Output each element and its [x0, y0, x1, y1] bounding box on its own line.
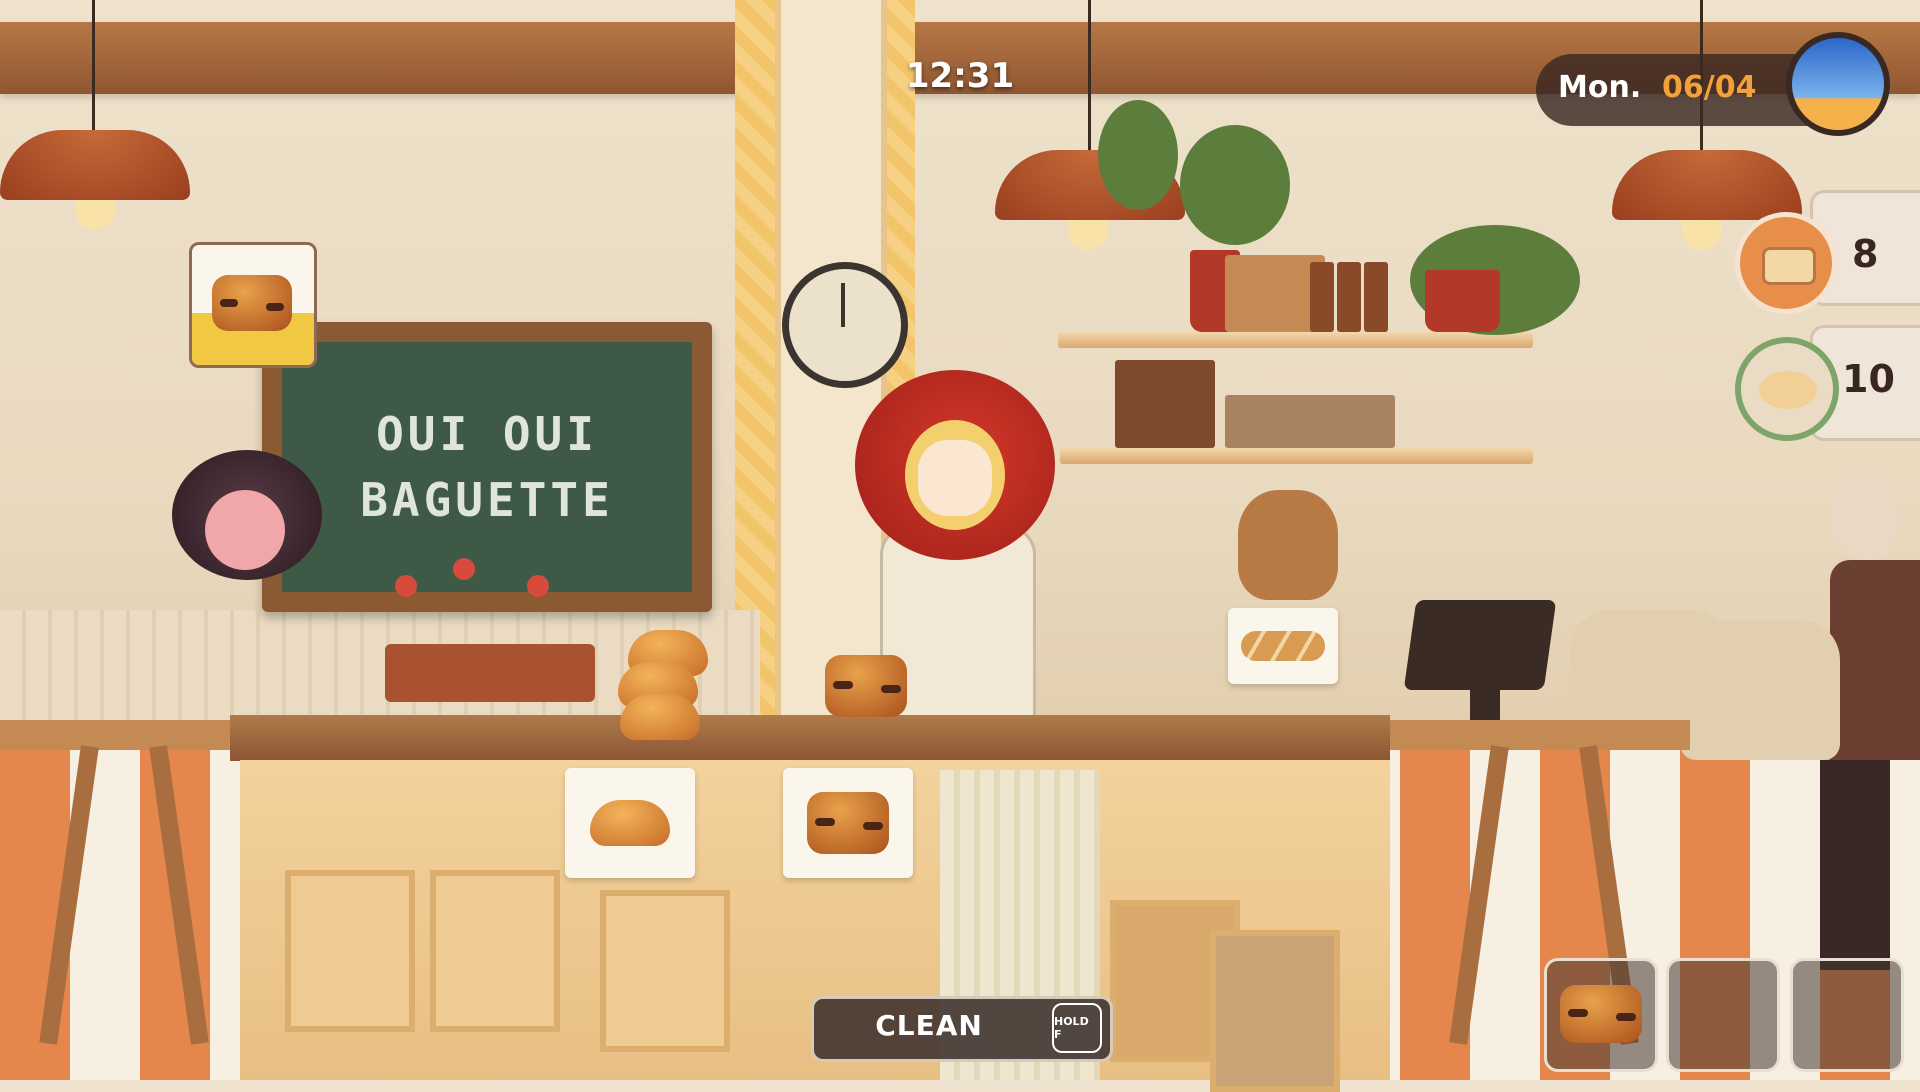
calendar-date: 06/04	[1662, 70, 1757, 105]
bread-basket-icon	[1238, 490, 1338, 600]
flour-sack	[1680, 620, 1840, 760]
croissant-icon[interactable]	[620, 694, 700, 740]
customer-body[interactable]	[1830, 560, 1920, 760]
pain-au-chocolat-display-card[interactable]	[783, 768, 913, 878]
baguette-display-card[interactable]	[1228, 608, 1338, 684]
weekday-label: Mon.	[1558, 70, 1642, 105]
hotbar-slot-2[interactable]	[1666, 958, 1780, 1072]
hold-f-key-hint: HOLD F	[1052, 1003, 1102, 1053]
pain-au-chocolat-icon	[807, 792, 889, 854]
book	[1337, 262, 1361, 332]
dough-count: 10	[1842, 357, 1895, 401]
counter-panel	[285, 870, 415, 1032]
chalkboard-line-2: BAGUETTE	[360, 473, 614, 527]
chalkboard: OUI OUI BAGUETTE	[262, 322, 712, 612]
chalkboard-line-1: OUI OUI	[376, 407, 598, 461]
book	[1364, 262, 1388, 332]
plant-icon	[1180, 125, 1290, 245]
hotbar-slot-1[interactable]	[1544, 958, 1658, 1072]
critter-face	[205, 490, 285, 570]
pain-au-chocolat-icon[interactable]	[825, 655, 907, 717]
pendant-lamp	[0, 130, 190, 200]
side-table-left	[0, 720, 240, 750]
action-label: CLEAN	[875, 1009, 983, 1042]
hotbar-slot-3[interactable]	[1790, 958, 1904, 1072]
customer-head	[1830, 475, 1900, 560]
counter-panel	[430, 870, 560, 1032]
book	[1310, 262, 1334, 332]
croissant-icon	[590, 800, 670, 846]
baguette-icon	[1241, 631, 1325, 661]
upper-shelf	[1058, 332, 1533, 348]
storage-box	[1225, 395, 1395, 448]
lower-shelf	[1060, 448, 1533, 464]
plant-pot	[1425, 270, 1500, 332]
pendant-lamp	[1612, 150, 1802, 220]
chalkboard-surface: OUI OUI BAGUETTE	[282, 342, 692, 592]
dough-icon	[1735, 337, 1839, 441]
counter-sack	[1210, 930, 1340, 1092]
croissant-display-card[interactable]	[565, 768, 695, 878]
bread-slice-count: 8	[1852, 232, 1879, 276]
flower-icon	[395, 575, 417, 597]
sunrise-icon	[1786, 32, 1890, 136]
customer-order-bubble	[189, 242, 317, 368]
flower-icon	[527, 575, 549, 597]
baker-girl-face	[918, 440, 992, 516]
book-stack	[1115, 360, 1215, 448]
side-table-right	[1390, 720, 1690, 750]
pain-au-chocolat-icon	[212, 275, 292, 331]
flower-planter	[385, 644, 595, 702]
wall-clock-icon	[782, 262, 908, 388]
counter-panel	[600, 890, 730, 1052]
flower-icon	[453, 558, 475, 580]
pain-au-chocolat-icon	[1560, 985, 1642, 1043]
counter-top	[230, 715, 1390, 761]
plant-icon	[1098, 100, 1178, 210]
cash-register-icon[interactable]	[1403, 600, 1557, 690]
customer-legs	[1820, 760, 1890, 970]
bread-slice-icon	[1735, 212, 1837, 314]
clean-action-prompt[interactable]: CLEAN HOLD F	[811, 996, 1113, 1062]
